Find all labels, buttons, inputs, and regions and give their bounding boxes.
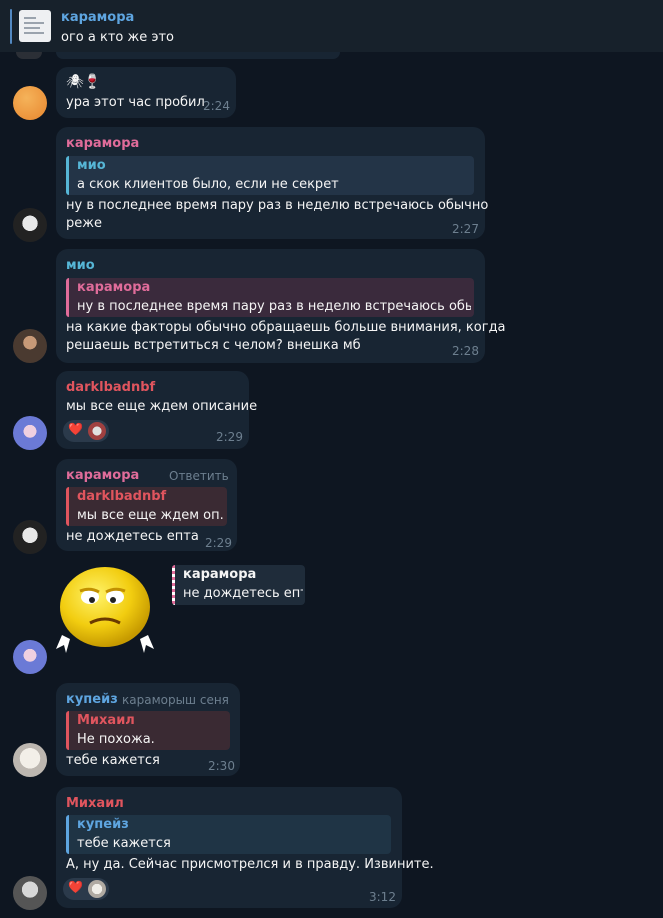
reply-quote[interactable]: карамора ну в последнее время пару раз в…: [66, 278, 474, 317]
message-bubble[interactable]: карамора мио а скок клиентов было, если …: [56, 127, 489, 239]
message-time: 2:28: [452, 344, 479, 358]
reply-quote[interactable]: Михаил Не похожа.: [66, 711, 230, 750]
reply-sender: купейз: [77, 817, 129, 832]
reply-sender: darklbadnbf: [77, 489, 167, 504]
pinned-accent-bar: [10, 9, 12, 44]
reply-text: ну в последнее время пару раз в неделю в…: [77, 299, 471, 314]
avatar: [88, 880, 106, 898]
reaction-chip[interactable]: ❤️: [63, 420, 109, 442]
message-text: ну в последнее время пару раз в неделю в…: [66, 198, 489, 213]
pinned-sender: карамора: [61, 10, 135, 25]
reply-sender: карамора: [77, 280, 151, 295]
avatar[interactable]: [13, 640, 47, 674]
message-time: 2:27: [452, 222, 479, 236]
sender-name[interactable]: мио: [66, 258, 95, 273]
avatar[interactable]: [13, 416, 47, 450]
reply-text: мы все еще ждем оп...: [77, 508, 224, 523]
message-time: 2:29: [216, 430, 243, 444]
pinned-text: ого а кто же это: [61, 30, 174, 45]
sender-name[interactable]: карамора: [66, 468, 139, 483]
message-bubble[interactable]: Михаил купейз тебе кажется А, ну да. Сей…: [56, 787, 434, 908]
sticker-reply-quote[interactable]: карамора не дождетесь епта: [172, 565, 305, 605]
heart-icon: ❤️: [68, 422, 83, 436]
message-text: реже: [66, 216, 102, 231]
message-text: А, ну да. Сейчас присмотрелся и в правду…: [66, 857, 434, 872]
message-text: не дождетесь епта: [66, 529, 199, 544]
message-text: решаешь встретиться с челом? внешка мб: [66, 338, 361, 353]
pinned-message-bar[interactable]: карамора ого а кто же это: [0, 0, 663, 52]
reply-quote[interactable]: мио а скок клиентов было, если не секрет: [66, 156, 474, 195]
avatar: [88, 422, 106, 440]
sender-name[interactable]: darklbadnbf: [66, 380, 155, 395]
message-time: 2:24: [203, 99, 230, 113]
sender-name[interactable]: Михаил: [66, 796, 124, 811]
sticker[interactable]: [52, 565, 158, 658]
message-time: 2:30: [208, 759, 235, 773]
message-text: тебе кажется: [66, 753, 160, 768]
message-bubble[interactable]: купейз караморыш сеня Михаил Не похожа. …: [56, 683, 240, 776]
avatar[interactable]: [13, 86, 47, 120]
message-time: 2:29: [205, 536, 232, 550]
reply-action[interactable]: Ответить: [169, 469, 229, 483]
reply-text: Не похожа.: [77, 732, 155, 747]
reply-sender: мио: [77, 158, 106, 173]
avatar[interactable]: [16, 52, 42, 59]
message-text: мы все еще ждем описание: [66, 399, 258, 414]
message-bubble[interactable]: мио карамора ну в последнее время пару р…: [56, 249, 506, 363]
reply-sender: карамора: [183, 567, 257, 582]
message-bubble[interactable]: [56, 52, 340, 59]
reply-text: тебе кажется: [77, 836, 171, 851]
reply-quote[interactable]: darklbadnbf мы все еще ждем оп...: [66, 487, 227, 526]
reply-text: не дождетесь епта: [183, 586, 303, 601]
avatar[interactable]: [13, 876, 47, 910]
emoji-line: 🕷🍷: [66, 74, 102, 90]
pinned-thumbnail: [19, 10, 51, 42]
message-time: 3:12: [369, 890, 396, 904]
sender-name[interactable]: карамора: [66, 136, 139, 151]
message-text: ура этот час пробил: [66, 95, 205, 110]
avatar[interactable]: [13, 208, 47, 242]
reply-sender: Михаил: [77, 713, 135, 728]
avatar[interactable]: [13, 520, 47, 554]
heart-icon: ❤️: [68, 880, 83, 894]
sender-rank: караморыш сеня: [122, 693, 229, 707]
message-bubble[interactable]: карамора Ответить darklbadnbf мы все еще…: [56, 459, 237, 551]
reaction-chip[interactable]: ❤️: [63, 878, 109, 900]
reply-text: а скок клиентов было, если не секрет: [77, 177, 339, 192]
sender-name[interactable]: купейз: [66, 692, 118, 707]
avatar[interactable]: [13, 743, 47, 777]
message-bubble[interactable]: darklbadnbf мы все еще ждем описание ❤️ …: [56, 371, 257, 449]
avatar[interactable]: [13, 329, 47, 363]
message-bubble[interactable]: 🕷🍷 ура этот час пробил 2:24: [56, 67, 236, 118]
message-text: на какие факторы обычно обращаешь больше…: [66, 320, 506, 335]
reply-quote[interactable]: купейз тебе кажется: [66, 815, 391, 854]
